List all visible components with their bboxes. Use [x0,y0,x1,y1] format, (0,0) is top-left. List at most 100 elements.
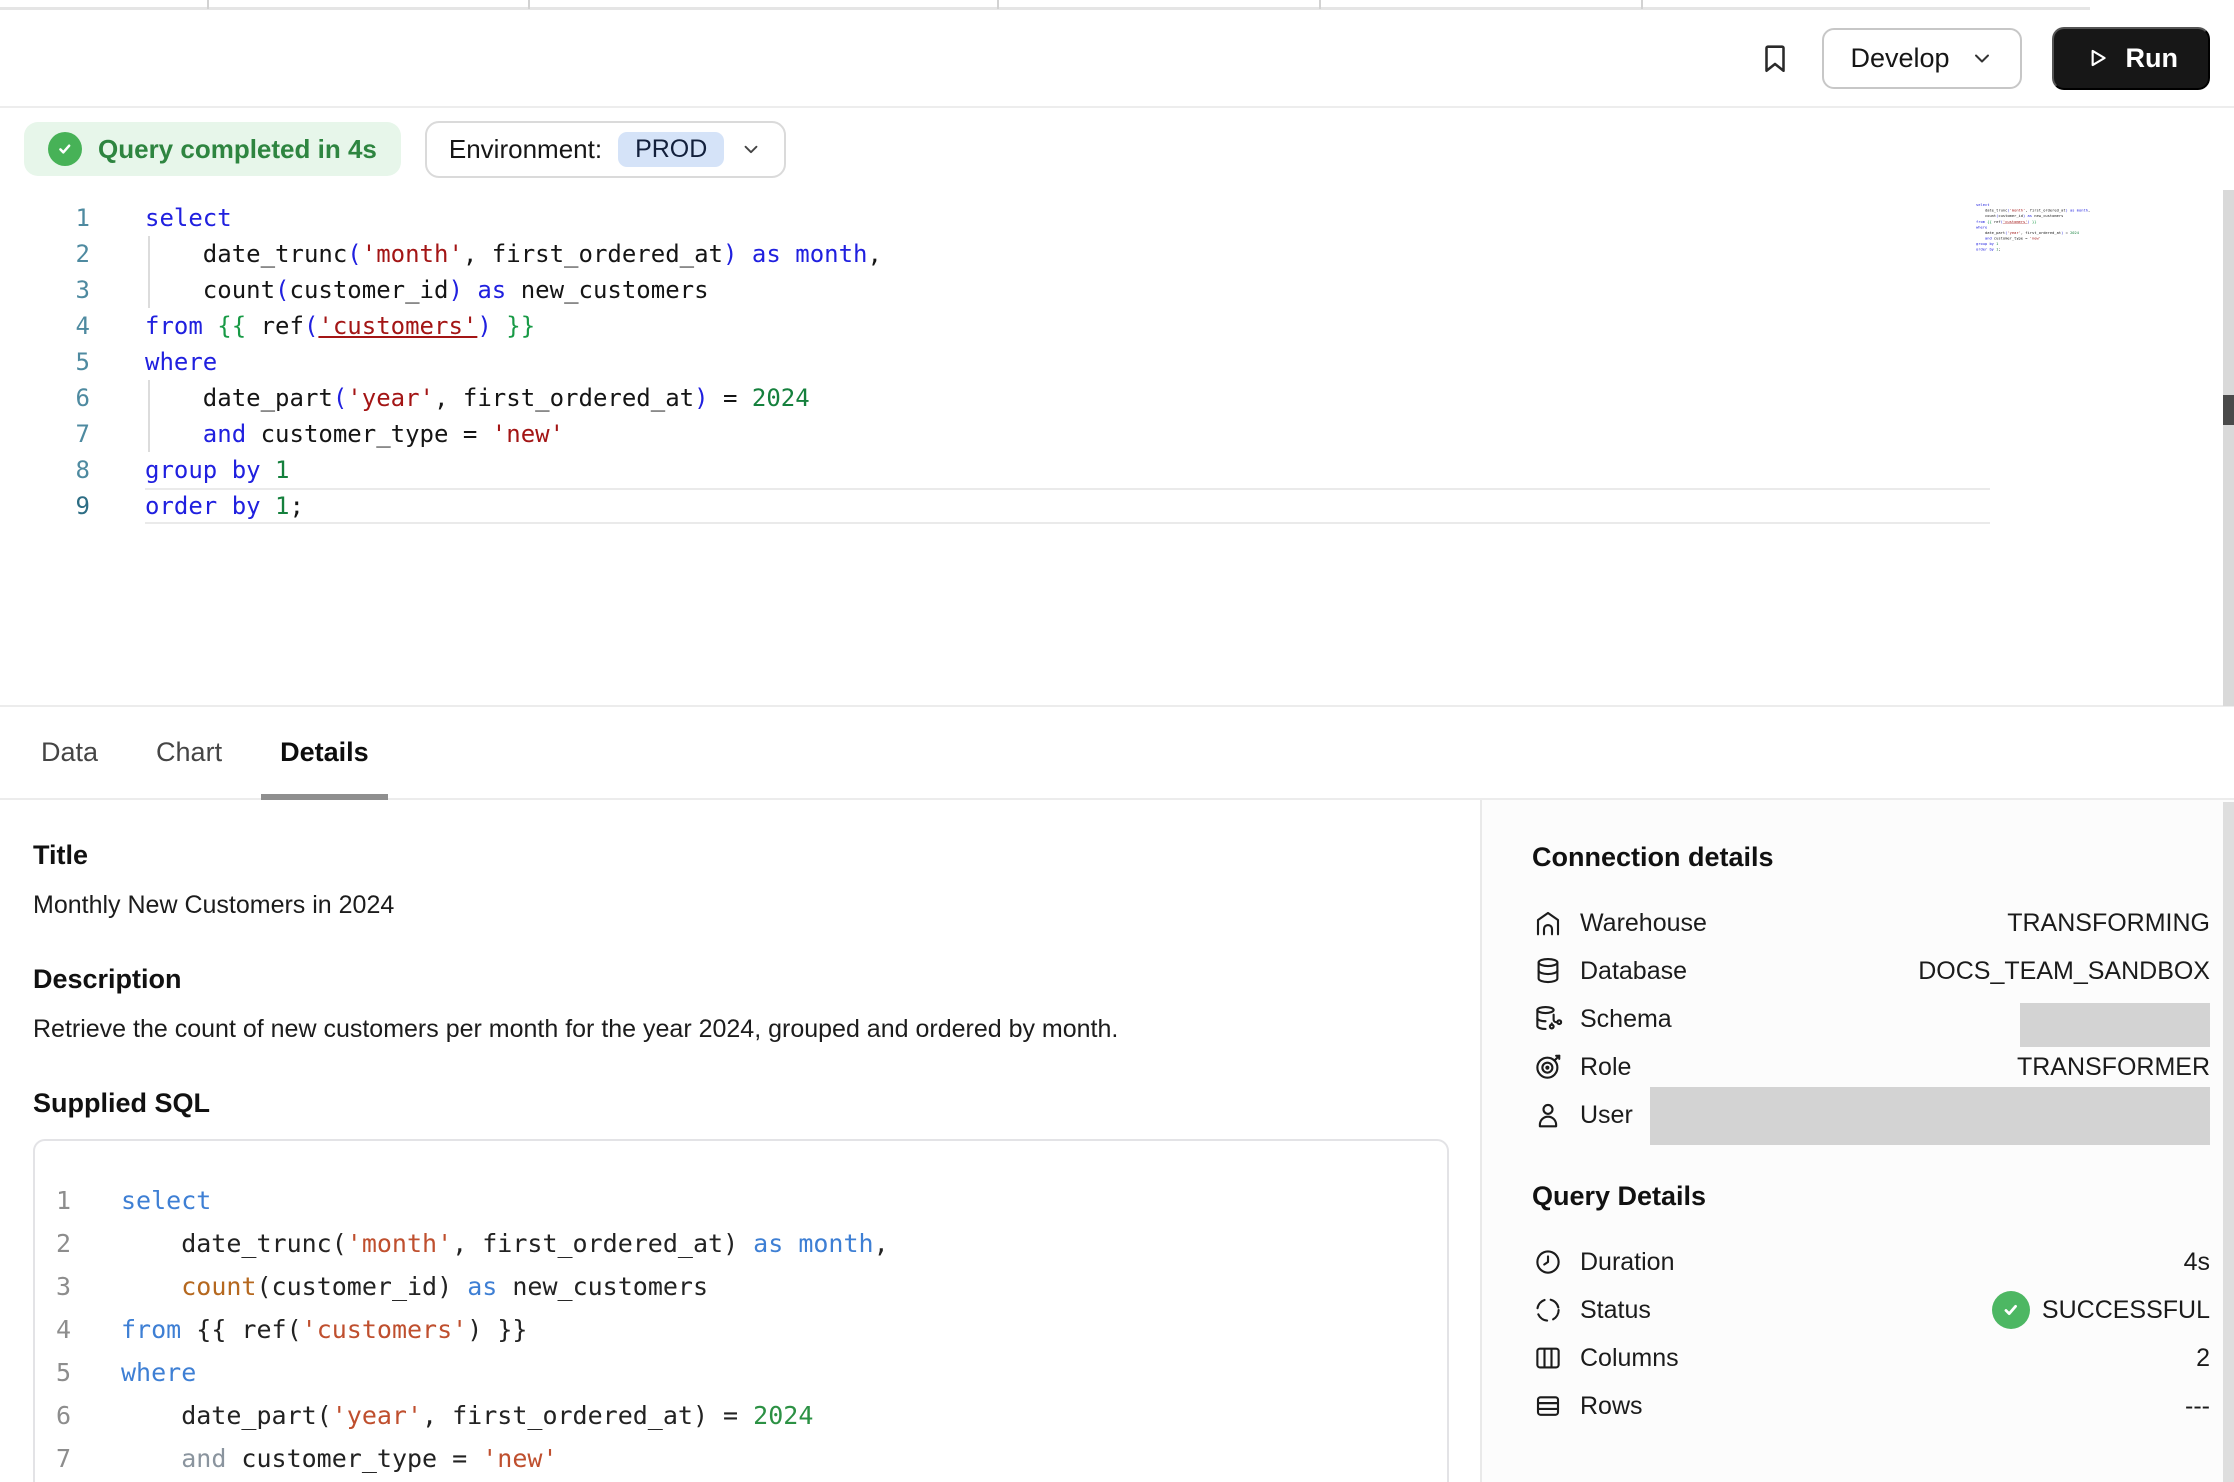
develop-button[interactable]: Develop [1822,28,2021,89]
connection-row-database: Database DOCS_TEAM_SANDBOX [1532,947,2210,995]
line-number: 9 [0,488,90,524]
code-line-text: date_part('year', first_ordered_at) = 20… [145,380,1990,416]
row-value: DOCS_TEAM_SANDBOX [1918,957,2210,986]
code-line-text: date_trunc('month', first_ordered_at) as… [145,236,1990,272]
code-line-text: date_trunc('month', first_ordered_at) as… [121,1222,1447,1265]
run-button[interactable]: Run [2052,27,2210,90]
code-line-text: select [145,200,1990,236]
query-row-status: Status SUCCESSFUL [1532,1286,2210,1334]
line-number: 7 [35,1437,71,1480]
details-scrollbar-track[interactable] [2223,802,2234,1482]
warehouse-icon [1532,907,1564,939]
role-target-icon [1532,1051,1564,1083]
description-value: Retrieve the count of new customers per … [33,1015,1450,1044]
code-line-text: order by 1; [145,488,1990,524]
supplied-sql-code: 1 select 2 date_trunc('month', first_order… [35,1179,1447,1482]
tab-data[interactable]: Data [37,707,102,798]
row-value: TRANSFORMING [2007,909,2210,938]
line-number: 6 [35,1394,71,1437]
tab-divider [528,0,530,9]
code-line-text: and customer_type = 'new' [145,416,1990,452]
row-label: Role [1580,1053,1631,1082]
result-tab-bar: Data Chart Details [0,705,2234,800]
line-number: 2 [35,1222,71,1265]
code-line-text: where [121,1351,1447,1394]
connection-row-role: Role TRANSFORMER [1532,1043,2210,1091]
row-value: --- [2185,1392,2210,1421]
line-number: 4 [0,308,90,344]
row-label: Schema [1580,1005,1672,1034]
code-line-text: and customer_type = 'new' [121,1437,1447,1480]
editor-code-area[interactable]: 1select2 date_trunc('month', first_order… [0,200,1990,524]
query-status-text: Query completed in 4s [98,134,377,165]
query-row-columns: Columns 2 [1532,1334,2210,1382]
top-tab-strip [0,0,2234,10]
top-strip-border [0,7,2090,10]
row-label: Duration [1580,1248,1675,1277]
chevron-down-icon [1970,46,1994,70]
line-number: 1 [0,200,90,236]
code-line-text: group by 1 [145,452,1990,488]
database-icon [1532,955,1564,987]
code-line-text: order by 1; [1976,247,2094,253]
status-badge: SUCCESSFUL [1992,1291,2210,1329]
toolbar: Develop Run [0,10,2234,108]
code-line-text: from {{ ref('customers') }} [121,1308,1447,1351]
check-circle-icon [48,132,82,166]
editor-scrollbar-track[interactable] [2223,190,2234,706]
environment-dropdown[interactable]: Environment: PROD [425,121,786,178]
code-line-text: from {{ ref('customers') }} [145,308,1990,344]
success-check-icon [1992,1291,2030,1329]
sql-editor[interactable]: 1select2 date_trunc('month', first_order… [0,190,2234,705]
title-value: Monthly New Customers in 2024 [33,891,1450,920]
row-value: 2 [2196,1344,2210,1373]
tab-chart[interactable]: Chart [152,707,226,798]
query-row-rows: Rows --- [1532,1382,2210,1430]
line-number: 1 [35,1179,71,1222]
line-number: 3 [0,272,90,308]
row-value: 4s [2184,1248,2210,1277]
row-label: User [1580,1101,1633,1130]
chevron-down-icon [740,138,762,160]
duration-clock-icon [1532,1246,1564,1278]
row-label: Warehouse [1580,909,1707,938]
code-line-text: count(customer_id) as new_customers [121,1265,1447,1308]
row-value: TRANSFORMER [2017,1053,2210,1082]
query-status-row: Query completed in 4s Environment: PROD [0,108,2234,190]
tab-data-label: Data [41,737,98,768]
schema-value-redacted [2020,1003,2210,1047]
supplied-sql-block: 1 select 2 date_trunc('month', first_order… [33,1139,1449,1482]
line-number: 7 [0,416,90,452]
row-label: Columns [1580,1344,1679,1373]
environment-value-pill: PROD [618,132,724,167]
connection-row-user: User [1532,1091,2210,1139]
environment-label: Environment: [449,134,602,165]
editor-minimap[interactable]: select date_trunc('month', first_ordered… [1976,202,2102,306]
connection-details-heading: Connection details [1532,842,2210,873]
line-number: 6 [0,380,90,416]
description-heading: Description [33,964,1450,995]
status-loader-icon [1532,1294,1564,1326]
query-status-pill: Query completed in 4s [24,122,401,176]
rows-icon [1532,1390,1564,1422]
bookmark-icon[interactable] [1758,41,1792,75]
editor-scrollbar-thumb[interactable] [2223,395,2234,425]
row-label: Rows [1580,1392,1643,1421]
schema-icon [1532,1003,1564,1035]
develop-button-label: Develop [1850,43,1949,74]
tab-divider [997,0,999,9]
details-content: Title Monthly New Customers in 2024 Desc… [0,800,2234,1482]
row-label: Database [1580,957,1687,986]
tab-chart-label: Chart [156,737,222,768]
line-number: 3 [35,1265,71,1308]
tab-details[interactable]: Details [276,707,373,798]
play-icon [2084,45,2110,71]
user-icon [1532,1099,1564,1131]
details-left-column: Title Monthly New Customers in 2024 Desc… [0,800,1480,1482]
line-number: 5 [0,344,90,380]
minimap-code: select date_trunc('month', first_ordered… [1976,202,2094,252]
code-line-text: select [121,1179,1447,1222]
connection-row-warehouse: Warehouse TRANSFORMING [1532,899,2210,947]
tab-divider [207,0,209,9]
tab-details-label: Details [280,737,369,768]
